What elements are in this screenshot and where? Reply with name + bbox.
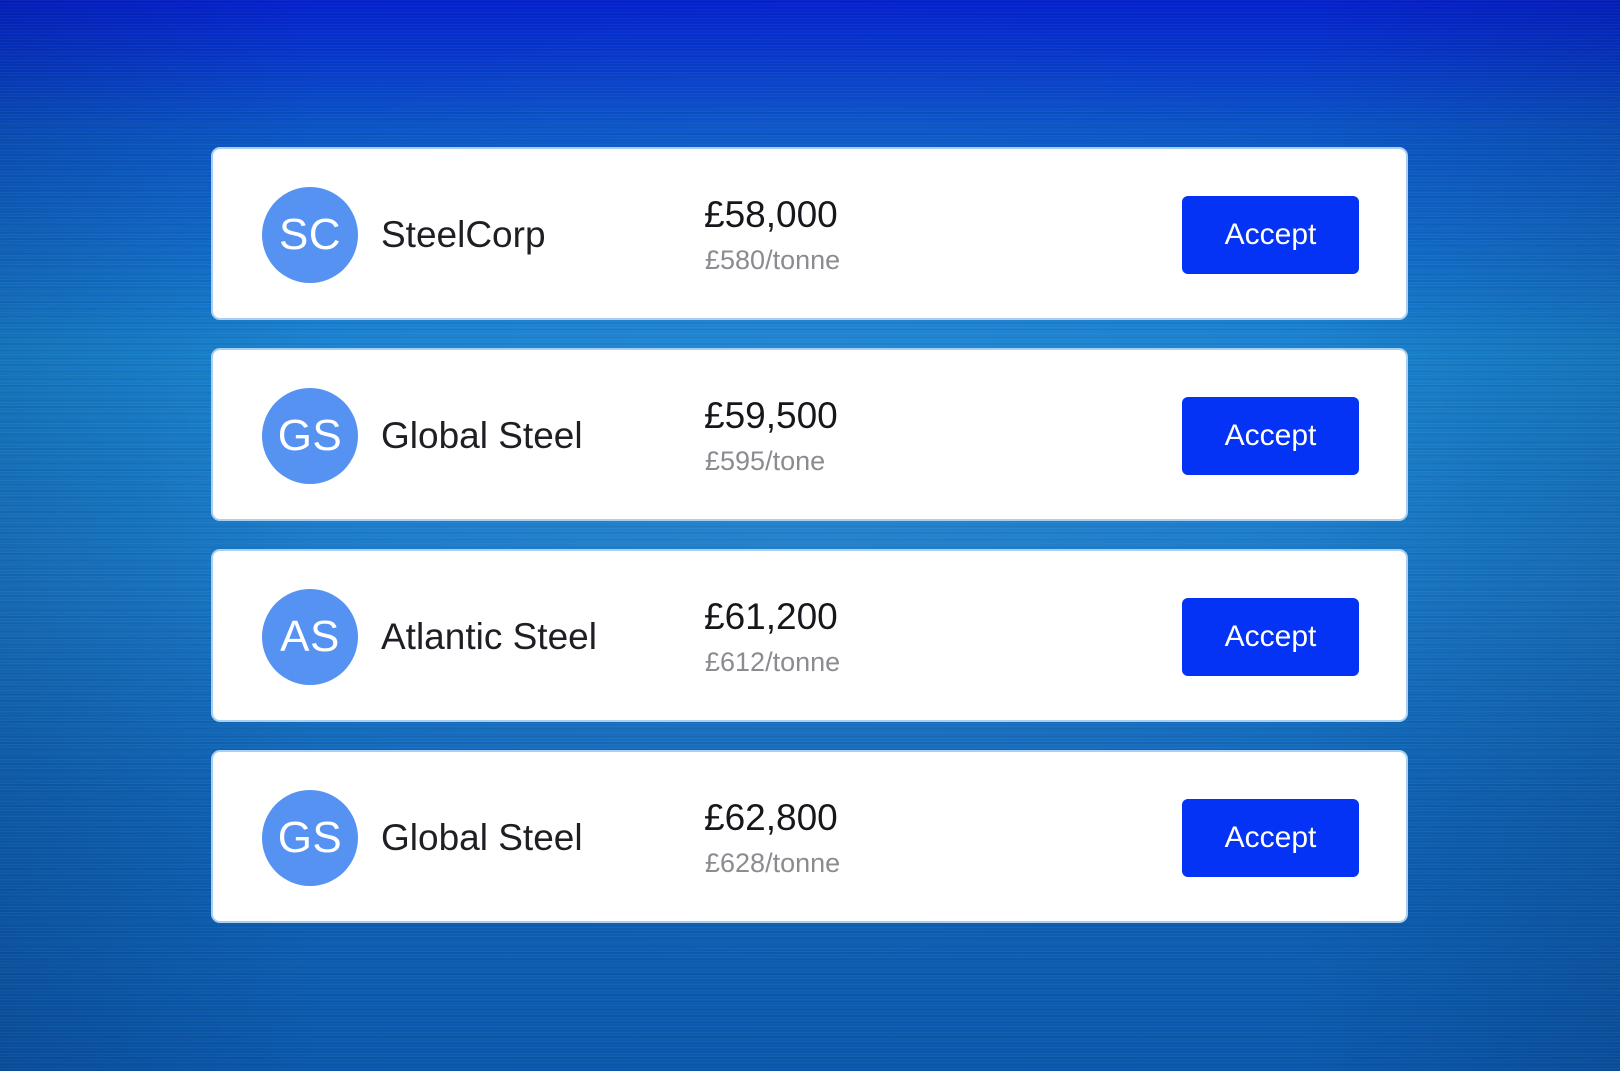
unit-price: £612/tonne: [705, 647, 841, 677]
accept-button[interactable]: Accept: [1182, 196, 1359, 274]
avatar: AS: [262, 589, 358, 685]
offers-list: SC SteelCorp £58,000 £580/tonne Accept G…: [211, 147, 1408, 951]
company-name: Global Steel: [381, 415, 583, 456]
total-price: £58,000: [704, 194, 838, 235]
company-name: SteelCorp: [381, 214, 546, 255]
total-price: £59,500: [704, 395, 838, 436]
unit-price: £595/tone: [705, 446, 826, 476]
accept-button[interactable]: Accept: [1182, 397, 1359, 475]
offer-card: GS Global Steel £59,500 £595/tone Accept: [211, 348, 1408, 521]
avatar: GS: [262, 790, 358, 886]
total-price: £61,200: [704, 596, 838, 637]
company-name: Global Steel: [381, 817, 583, 858]
total-price: £62,800: [704, 797, 838, 838]
unit-price: £628/tonne: [705, 848, 841, 878]
accept-button[interactable]: Accept: [1182, 799, 1359, 877]
offer-card: GS Global Steel £62,800 £628/tonne Accep…: [211, 750, 1408, 923]
avatar: SC: [262, 187, 358, 283]
accept-button[interactable]: Accept: [1182, 598, 1359, 676]
company-name: Atlantic Steel: [381, 616, 597, 657]
unit-price: £580/tonne: [705, 245, 841, 275]
avatar: GS: [262, 388, 358, 484]
offer-card: SC SteelCorp £58,000 £580/tonne Accept: [211, 147, 1408, 320]
offer-card: AS Atlantic Steel £61,200 £612/tonne Acc…: [211, 549, 1408, 722]
